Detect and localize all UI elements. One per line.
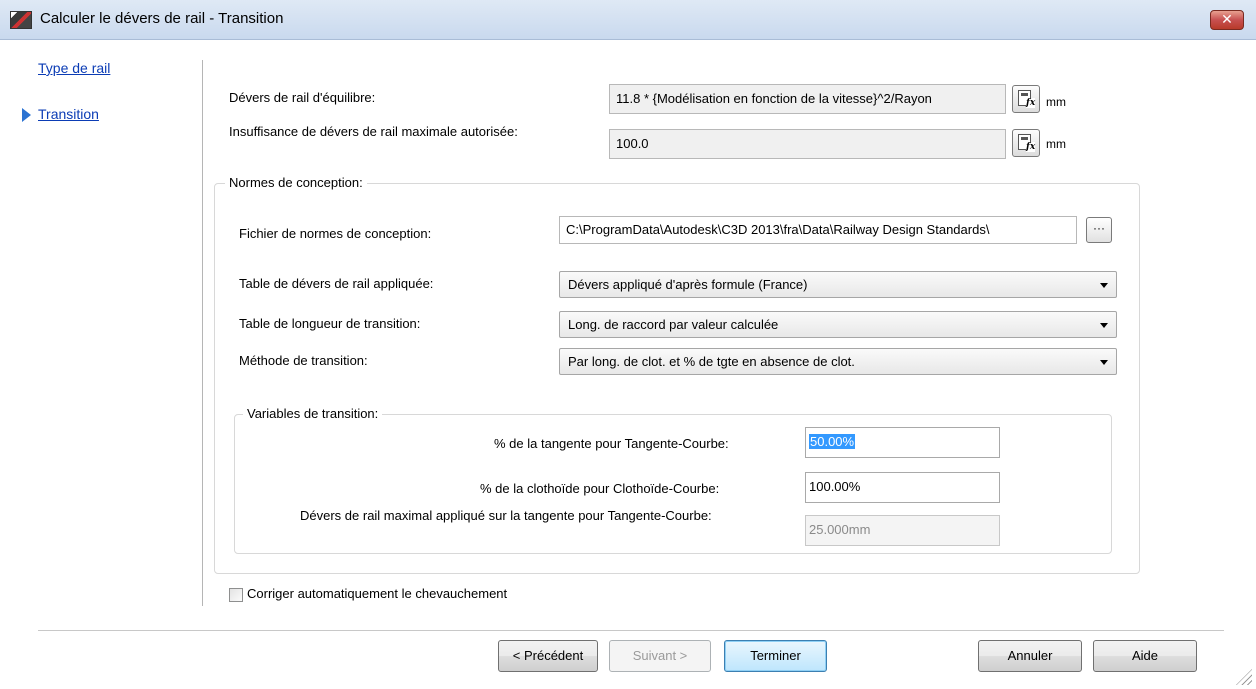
equilibrium-cant-field: 11.8 * {Modélisation en fonction de la v…	[609, 84, 1006, 114]
auto-correct-overlap-checkbox[interactable]	[229, 588, 243, 602]
previous-button[interactable]: < Précédent	[498, 640, 598, 672]
tangent-percent-input[interactable]: 50.00%	[805, 427, 1000, 458]
title-bar: Calculer le dévers de rail - Transition …	[0, 0, 1256, 40]
footer-divider	[38, 630, 1224, 631]
transition-method-label: Méthode de transition:	[239, 353, 368, 368]
browse-file-button[interactable]: ···	[1086, 217, 1112, 243]
help-button[interactable]: Aide	[1093, 640, 1197, 672]
equilibrium-unit: mm	[1046, 95, 1066, 109]
chevron-down-icon	[1100, 360, 1108, 365]
deficiency-calculator-button[interactable]: fx	[1012, 129, 1040, 157]
nav-divider	[202, 60, 203, 606]
standards-file-field[interactable]: C:\ProgramData\Autodesk\C3D 2013\fra\Dat…	[559, 216, 1077, 244]
cancel-button[interactable]: Annuler	[978, 640, 1082, 672]
close-button[interactable]: ✕	[1210, 10, 1244, 30]
standards-file-label: Fichier de normes de conception:	[239, 226, 432, 241]
nav-item-transition[interactable]: Transition	[38, 106, 99, 122]
length-table-label: Table de longueur de transition:	[239, 316, 421, 331]
transition-method-value: Par long. de clot. et % de tgte en absen…	[568, 354, 855, 369]
length-table-value: Long. de raccord par valeur calculée	[568, 317, 779, 332]
transition-variables-title: Variables de transition:	[243, 406, 383, 421]
tangent-percent-label: % de la tangente pour Tangente-Courbe:	[494, 436, 729, 451]
deficiency-unit: mm	[1046, 137, 1066, 151]
cant-table-value: Dévers appliqué d'après formule (France)	[568, 277, 808, 292]
app-icon	[10, 11, 32, 29]
clothoid-percent-input[interactable]: 100.00%	[805, 472, 1000, 503]
equilibrium-calculator-button[interactable]: fx	[1012, 85, 1040, 113]
next-button: Suivant >	[609, 640, 711, 672]
deficiency-label: Insuffisance de dévers de rail maximale …	[229, 124, 518, 139]
length-table-select[interactable]: Long. de raccord par valeur calculée	[559, 311, 1117, 338]
max-cant-input: 25.000mm	[805, 515, 1000, 546]
clothoid-percent-label: % de la clothoïde pour Clothoïde-Courbe:	[480, 481, 720, 496]
max-cant-label: Dévers de rail maximal appliqué sur la t…	[300, 508, 712, 523]
cant-table-label: Table de dévers de rail appliquée:	[239, 276, 434, 291]
chevron-down-icon	[1100, 283, 1108, 288]
transition-method-select[interactable]: Par long. de clot. et % de tgte en absen…	[559, 348, 1117, 375]
equilibrium-cant-label: Dévers de rail d'équilibre:	[229, 90, 376, 105]
chevron-down-icon	[1100, 323, 1108, 328]
window-title: Calculer le dévers de rail - Transition	[40, 10, 284, 27]
cant-table-select[interactable]: Dévers appliqué d'après formule (France)	[559, 271, 1117, 298]
auto-correct-overlap-label[interactable]: Corriger automatiquement le chevauchemen…	[247, 586, 507, 601]
design-standards-title: Normes de conception:	[225, 175, 367, 190]
nav-item-type-de-rail[interactable]: Type de rail	[38, 60, 110, 76]
deficiency-field: 100.0	[609, 129, 1006, 159]
resize-grip-icon[interactable]	[1236, 669, 1252, 685]
wizard-nav: Type de rail Transition	[0, 40, 200, 600]
finish-button[interactable]: Terminer	[724, 640, 827, 672]
current-step-arrow-icon	[22, 108, 31, 122]
